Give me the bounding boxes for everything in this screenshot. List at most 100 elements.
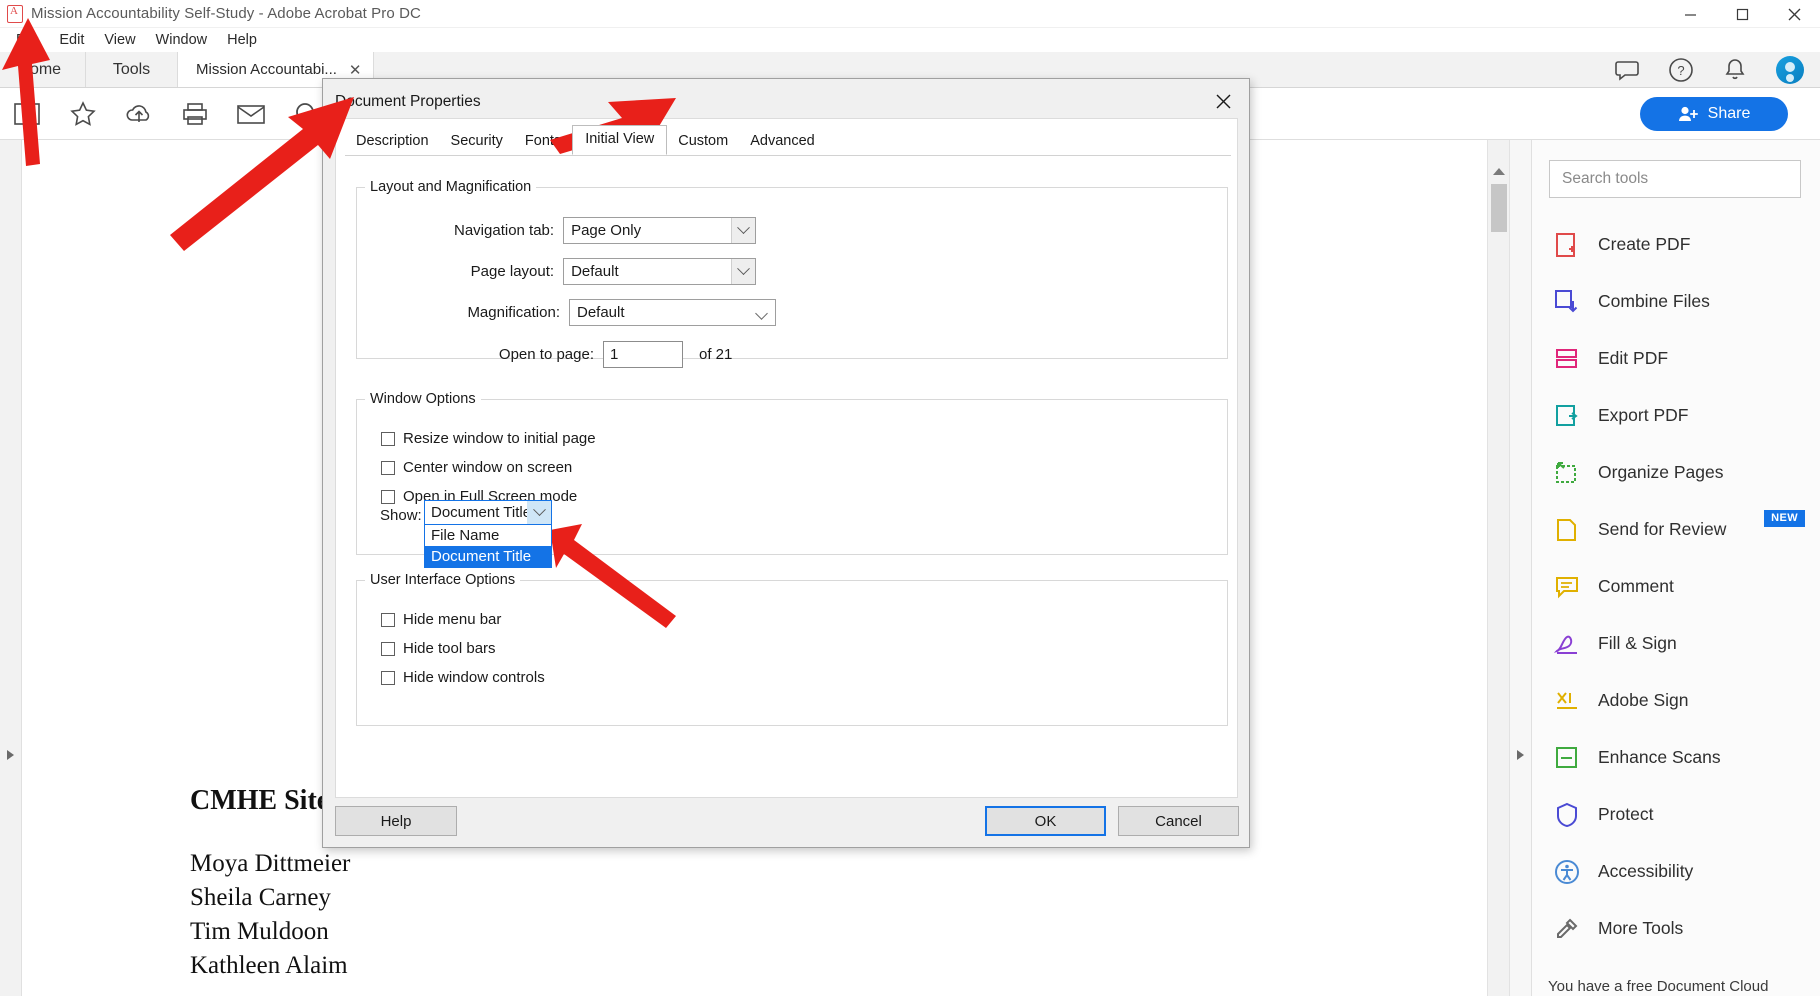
tab-initial-view[interactable]: Initial View: [572, 125, 668, 155]
tool-fill-and-sign[interactable]: Fill & Sign: [1532, 615, 1820, 672]
tool-export-pdf[interactable]: Export PDF: [1532, 387, 1820, 444]
tool-organize-pages[interactable]: Organize Pages: [1532, 444, 1820, 501]
tool-label: Send for Review: [1598, 519, 1727, 539]
chevron-down-icon[interactable]: [731, 259, 755, 284]
dialog-footer: Help OK Cancel: [323, 797, 1251, 847]
scroll-up-icon[interactable]: [1493, 168, 1505, 175]
checkbox-center-window[interactable]: Center window on screen: [381, 459, 572, 476]
tool-more-tools[interactable]: More Tools: [1532, 900, 1820, 957]
tab-custom[interactable]: Custom: [667, 127, 740, 155]
checkbox-resize-window[interactable]: Resize window to initial page: [381, 430, 596, 447]
show-select[interactable]: Document Title: [424, 500, 552, 525]
navigation-tab-row: Navigation tab: Page Only: [356, 217, 756, 244]
show-dropdown-list: File Name Document Title: [424, 525, 552, 568]
close-icon[interactable]: [1203, 85, 1243, 117]
help-circle-icon[interactable]: ?: [1668, 57, 1694, 83]
document-name-2: Sheila Carney: [190, 884, 331, 911]
tool-adobe-sign[interactable]: Adobe Sign: [1532, 672, 1820, 729]
dialog-tabs: Description Security Fonts Initial View …: [345, 125, 826, 155]
document-name-3: Tim Muldoon: [190, 918, 329, 945]
checkbox-hide-menu-bar[interactable]: Hide menu bar: [381, 611, 501, 628]
checkbox-box[interactable]: [381, 612, 395, 627]
chevron-down-icon[interactable]: [755, 307, 768, 320]
show-option-document-title[interactable]: Document Title: [425, 546, 551, 567]
checkbox-label: Hide tool bars: [403, 640, 496, 657]
left-navigation-rail[interactable]: [0, 140, 22, 996]
navigation-tab-select[interactable]: Page Only: [563, 217, 756, 244]
scrollbar-thumb[interactable]: [1491, 184, 1507, 232]
ok-button[interactable]: OK: [985, 806, 1106, 836]
chevron-down-icon[interactable]: [731, 218, 755, 243]
show-option-file-name[interactable]: File Name: [425, 525, 551, 546]
page-thumbnails-icon[interactable]: [10, 97, 44, 131]
share-button[interactable]: Share: [1640, 97, 1788, 131]
maximize-button[interactable]: [1716, 0, 1768, 28]
tab-description[interactable]: Description: [345, 127, 440, 155]
tool-protect[interactable]: Protect: [1532, 786, 1820, 843]
tool-combine-files[interactable]: Combine Files: [1532, 273, 1820, 330]
menu-window[interactable]: Window: [146, 29, 218, 51]
cloud-upload-icon[interactable]: [122, 97, 156, 131]
group-legend: Window Options: [370, 391, 476, 407]
email-icon[interactable]: [234, 97, 268, 131]
cloud-storage-note: You have a free Document Cloud: [1548, 978, 1769, 995]
tool-label: Enhance Scans: [1598, 747, 1721, 767]
cancel-button[interactable]: Cancel: [1118, 806, 1239, 836]
tool-enhance-scans[interactable]: Enhance Scans: [1532, 729, 1820, 786]
checkbox-box[interactable]: [381, 460, 395, 475]
checkbox-hide-window-controls[interactable]: Hide window controls: [381, 669, 545, 686]
menu-view[interactable]: View: [94, 29, 145, 51]
tool-comment[interactable]: Comment: [1532, 558, 1820, 615]
page-layout-row: Page layout: Default: [356, 258, 756, 285]
tab-security[interactable]: Security: [439, 127, 514, 155]
svg-text:?: ?: [1677, 63, 1684, 78]
chevron-down-icon[interactable]: [527, 501, 551, 524]
expand-left-pane-icon[interactable]: [7, 750, 14, 760]
minimize-button[interactable]: [1664, 0, 1716, 28]
star-icon[interactable]: [66, 97, 100, 131]
checkbox-box[interactable]: [381, 489, 395, 504]
checkbox-hide-tool-bars[interactable]: Hide tool bars: [381, 640, 496, 657]
page-layout-select[interactable]: Default: [563, 258, 756, 285]
menu-help[interactable]: Help: [217, 29, 267, 51]
checkbox-label: Hide menu bar: [403, 611, 502, 628]
combine-files-icon: [1554, 289, 1580, 315]
shield-icon: [1554, 802, 1580, 828]
magnification-select[interactable]: Default: [569, 299, 776, 326]
pdf-file-icon: [7, 4, 23, 23]
open-to-page-input[interactable]: 1: [603, 341, 683, 368]
magnification-label: Magnification:: [467, 304, 560, 321]
account-avatar-icon[interactable]: [1776, 55, 1804, 84]
checkbox-box[interactable]: [381, 431, 395, 446]
menu-file[interactable]: File: [6, 29, 49, 51]
checkbox-label: Resize window to initial page: [403, 430, 596, 447]
search-icon[interactable]: [290, 97, 324, 131]
dialog-title: Document Properties: [335, 93, 481, 110]
tab-fonts[interactable]: Fonts: [513, 127, 573, 155]
menu-bar: File Edit View Window Help: [0, 28, 1820, 52]
tool-edit-pdf[interactable]: Edit PDF: [1532, 330, 1820, 387]
tool-accessibility[interactable]: Accessibility: [1532, 843, 1820, 900]
expand-right-pane-icon[interactable]: [1517, 750, 1524, 760]
close-icon[interactable]: ✕: [349, 61, 362, 79]
close-button[interactable]: [1768, 0, 1820, 28]
tool-send-for-review[interactable]: Send for Review NEW: [1532, 501, 1820, 558]
edit-pdf-icon: [1554, 346, 1580, 372]
tool-create-pdf[interactable]: Create PDF: [1532, 216, 1820, 273]
bell-icon[interactable]: [1722, 57, 1748, 83]
dialog-body: Description Security Fonts Initial View …: [335, 118, 1238, 798]
checkbox-box[interactable]: [381, 641, 395, 656]
menu-edit[interactable]: Edit: [49, 29, 94, 51]
tab-tools[interactable]: Tools: [86, 52, 178, 87]
print-icon[interactable]: [178, 97, 212, 131]
comment-bubble-icon[interactable]: [1614, 57, 1640, 83]
checkbox-box[interactable]: [381, 670, 395, 685]
right-collapse-rail[interactable]: [1509, 140, 1531, 996]
document-name-4: Kathleen Alaim: [190, 952, 348, 979]
search-tools-input[interactable]: Search tools: [1549, 160, 1801, 198]
page-scrollbar[interactable]: [1487, 140, 1509, 996]
group-legend: Layout and Magnification: [370, 179, 532, 195]
help-button[interactable]: Help: [335, 806, 457, 836]
tab-advanced[interactable]: Advanced: [739, 127, 826, 155]
tab-home[interactable]: ome: [0, 52, 86, 87]
